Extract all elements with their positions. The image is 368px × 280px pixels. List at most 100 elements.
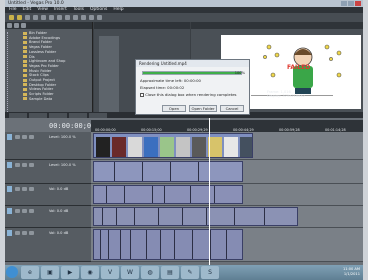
audio-clip[interactable] bbox=[93, 207, 298, 226]
copy-button[interactable] bbox=[57, 15, 62, 20]
elapsed-row: Elapsed time: 00:00:02 bbox=[140, 85, 184, 90]
main-toolbar bbox=[5, 13, 363, 22]
timecode-display: 00:00:00;00 bbox=[49, 122, 96, 130]
fx-icon[interactable] bbox=[29, 209, 34, 213]
up-folder-icon[interactable] bbox=[21, 23, 26, 28]
dialog-title: Rendering Untitled.mp4 bbox=[136, 60, 249, 67]
track-header[interactable]: Vol: 0.0 dB bbox=[5, 184, 91, 206]
track-controls bbox=[15, 187, 34, 191]
open-folder-button[interactable]: Open Folder bbox=[189, 105, 217, 112]
taskbar-app-vegas[interactable]: V bbox=[101, 266, 119, 279]
solo-icon[interactable] bbox=[22, 231, 27, 235]
taskbar-app-word[interactable]: W bbox=[121, 266, 139, 279]
taskbar-app-ie[interactable]: e bbox=[21, 266, 39, 279]
mute-icon[interactable] bbox=[15, 187, 20, 191]
system-tray[interactable]: 11:00 AM 1/1/2011 bbox=[343, 267, 360, 277]
open-button[interactable] bbox=[17, 15, 22, 20]
explorer-toolbar bbox=[5, 22, 92, 29]
title-bar: Untitled - Vegas Pro 10.0 bbox=[5, 0, 363, 7]
explorer-panel: Bin Folder Adobe Encodings Brand Folder … bbox=[5, 22, 93, 118]
window-controls bbox=[341, 1, 361, 6]
maximize-button[interactable] bbox=[348, 1, 354, 6]
failed-label: FAILED bbox=[287, 64, 311, 71]
track-level: Level: 100.0 % bbox=[49, 163, 76, 167]
window-title: Untitled - Vegas Pro 10.0 bbox=[8, 1, 64, 6]
taskbar-app-firefox[interactable]: ◍ bbox=[141, 266, 159, 279]
close-checkbox-label: Close this dialog box when rendering com… bbox=[145, 92, 237, 97]
video-track[interactable] bbox=[91, 160, 363, 184]
cancel-button[interactable]: Cancel bbox=[220, 105, 244, 112]
taskbar-app-explorer[interactable]: ▣ bbox=[41, 266, 59, 279]
track-number bbox=[7, 134, 12, 140]
back-icon[interactable] bbox=[7, 23, 12, 28]
render-button[interactable] bbox=[33, 15, 38, 20]
minimize-button[interactable] bbox=[341, 1, 347, 6]
timeline-ruler[interactable]: 00:00:00;00 00:00:15;00 00:00:29;29 00:0… bbox=[91, 120, 363, 132]
solo-icon[interactable] bbox=[22, 209, 27, 213]
track-header[interactable]: Level: 100.0 % bbox=[5, 132, 91, 160]
track-number bbox=[7, 230, 12, 236]
audio-track[interactable] bbox=[91, 206, 363, 228]
preview-display-info: Display: 375x210x32 bbox=[267, 94, 305, 99]
track-volume: Vol: 0.0 dB bbox=[49, 209, 69, 213]
time-left-label: Approximate time left: 00:00:00 bbox=[140, 78, 201, 83]
new-project-button[interactable] bbox=[9, 15, 14, 20]
snap-button[interactable] bbox=[89, 15, 94, 20]
explorer-item[interactable]: Sample Data bbox=[23, 97, 92, 102]
open-button[interactable]: Open bbox=[162, 105, 186, 112]
windows-taskbar: e ▣ ▶ ◉ V W ◍ ▤ ✎ S 11:00 AM 1/1/2011 bbox=[5, 265, 363, 280]
render-progress-dialog: Rendering Untitled.mp4 Approximate time … bbox=[135, 59, 250, 115]
solo-icon[interactable] bbox=[22, 163, 27, 167]
lock-button[interactable] bbox=[97, 15, 102, 20]
close-button[interactable] bbox=[355, 1, 361, 6]
taskbar-app-skype[interactable]: S bbox=[201, 266, 219, 279]
fx-icon[interactable] bbox=[29, 231, 34, 235]
properties-button[interactable] bbox=[41, 15, 46, 20]
media-panel-toolbar bbox=[94, 22, 190, 29]
redo-button[interactable] bbox=[81, 15, 86, 20]
taskbar-app-chrome[interactable]: ◉ bbox=[81, 266, 99, 279]
taskbar-app-media[interactable]: ▶ bbox=[61, 266, 79, 279]
mute-icon[interactable] bbox=[15, 163, 20, 167]
elapsed-label: Elapsed time: 00:00:02 bbox=[140, 85, 185, 90]
video-clip[interactable] bbox=[93, 161, 243, 182]
time-left-row: Approximate time left: 00:00:00 bbox=[140, 78, 201, 83]
track-level: Level: 100.0 % bbox=[49, 135, 76, 139]
cut-button[interactable] bbox=[49, 15, 54, 20]
undo-button[interactable] bbox=[73, 15, 78, 20]
fx-icon[interactable] bbox=[29, 135, 34, 139]
track-header[interactable]: Vol: 0.0 dB bbox=[5, 228, 91, 262]
timeline-cursor[interactable] bbox=[209, 118, 210, 265]
save-button[interactable] bbox=[25, 15, 30, 20]
taskbar-app-paint[interactable]: ✎ bbox=[181, 266, 199, 279]
track-number bbox=[7, 162, 12, 168]
video-clip[interactable] bbox=[93, 133, 253, 158]
audio-track[interactable] bbox=[91, 184, 363, 206]
fx-icon[interactable] bbox=[29, 187, 34, 191]
track-volume: Vol: 0.0 dB bbox=[49, 187, 69, 191]
solo-icon[interactable] bbox=[22, 135, 27, 139]
track-header[interactable]: Level: 100.0 % bbox=[5, 160, 91, 184]
solo-icon[interactable] bbox=[22, 187, 27, 191]
audio-clip[interactable] bbox=[93, 229, 243, 260]
close-checkbox[interactable] bbox=[140, 93, 144, 97]
folder-tree bbox=[7, 32, 21, 112]
audio-clip[interactable] bbox=[93, 185, 243, 204]
media-well[interactable] bbox=[99, 36, 119, 114]
date: 1/1/2011 bbox=[343, 272, 360, 276]
video-track[interactable] bbox=[91, 132, 363, 160]
paste-button[interactable] bbox=[65, 15, 70, 20]
start-button[interactable] bbox=[6, 266, 18, 278]
mute-icon[interactable] bbox=[15, 231, 20, 235]
mute-icon[interactable] bbox=[15, 135, 20, 139]
fx-icon[interactable] bbox=[29, 163, 34, 167]
forward-icon[interactable] bbox=[14, 23, 19, 28]
taskbar-app-zip[interactable]: ▤ bbox=[161, 266, 179, 279]
progress-fill bbox=[143, 72, 241, 74]
mute-icon[interactable] bbox=[15, 209, 20, 213]
clip-thumbnails bbox=[96, 137, 252, 157]
track-header[interactable]: Vol: 0.0 dB bbox=[5, 206, 91, 228]
audio-track[interactable] bbox=[91, 228, 363, 262]
preview-toolbar bbox=[191, 22, 363, 29]
track-controls bbox=[15, 163, 34, 167]
